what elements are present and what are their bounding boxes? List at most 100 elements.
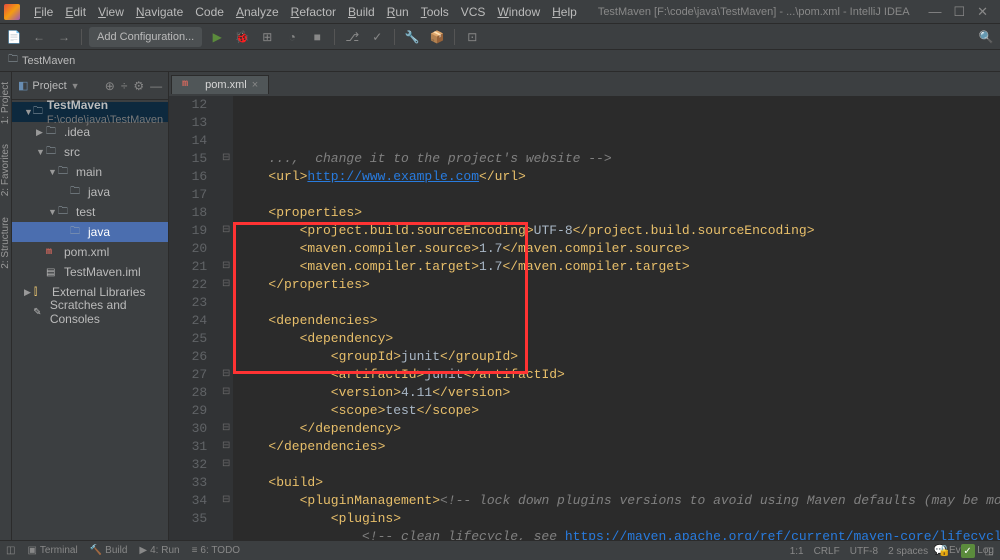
tab-pom-xml[interactable]: m pom.xml × [171,75,269,94]
gear-icon[interactable]: ⚙ [133,79,144,93]
build-tab[interactable]: 🔨 Build [90,545,128,556]
target-icon[interactable]: ⊕ [105,79,115,93]
arrow-icon[interactable]: ▼ [48,167,58,177]
code-line[interactable]: <maven.compiler.target>1.7</maven.compil… [237,258,1000,276]
menu-navigate[interactable]: Navigate [130,5,189,19]
code-line[interactable]: </dependencies> [237,438,1000,456]
menu-help[interactable]: Help [546,5,583,19]
chevron-down-icon[interactable]: ▼ [71,81,80,91]
arrow-icon[interactable]: ▼ [36,147,46,157]
tree-item[interactable]: ✎Scratches and Consoles [12,302,168,322]
back-icon[interactable]: ← [29,27,49,47]
git-icon[interactable]: ⎇ [342,27,362,47]
cursor-position[interactable]: 1:1 [790,546,804,557]
run-tab[interactable]: ▶ 4: Run [139,545,179,556]
code-line[interactable]: <version>4.11</version> [237,384,1000,402]
code-line[interactable]: <build> [237,474,1000,492]
project-tree[interactable]: ▼🗀TestMaven F:\code\java\TestMaven▶🗀.ide… [12,100,168,540]
tree-item[interactable]: ▼🗀main [12,162,168,182]
inspections-icon[interactable]: ✓ [961,544,975,558]
menu-items: FileEditViewNavigateCodeAnalyzeRefactorB… [28,5,583,19]
arrow-icon[interactable]: ▶ [36,127,46,138]
settings-icon[interactable]: ⊡ [462,27,482,47]
tree-label: .idea [64,125,90,139]
code-line[interactable]: <groupId>junit</groupId> [237,348,1000,366]
sdk-icon[interactable]: 📦 [427,27,447,47]
menu-analyze[interactable]: Analyze [230,5,285,19]
code-line[interactable]: <dependencies> [237,312,1000,330]
code-line[interactable]: </properties> [237,276,1000,294]
debug-icon[interactable]: 🐞 [232,27,252,47]
stop-icon[interactable]: ■ [307,27,327,47]
code-line[interactable]: <dependency> [237,330,1000,348]
code-line[interactable] [237,186,1000,204]
side-tab[interactable]: 1: Project [0,77,11,129]
line-separator[interactable]: CRLF [814,546,840,557]
code-line[interactable]: <artifactId>junit</artifactId> [237,366,1000,384]
menu-file[interactable]: File [28,5,59,19]
menu-window[interactable]: Window [491,5,546,19]
editor-content[interactable]: 1213141516171819202122232425262728293031… [169,96,1000,540]
close-tab-icon[interactable]: × [252,79,258,91]
code-line[interactable]: </dependency> [237,420,1000,438]
menu-refactor[interactable]: Refactor [285,5,342,19]
menu-edit[interactable]: Edit [59,5,92,19]
menu-code[interactable]: Code [189,5,230,19]
code-line[interactable] [237,294,1000,312]
menu-build[interactable]: Build [342,5,381,19]
minimize-icon[interactable]: — [928,4,941,20]
code-line[interactable]: <maven.compiler.source>1.7</maven.compil… [237,240,1000,258]
tree-item[interactable]: 🗀java [12,182,168,202]
code-line[interactable]: <scope>test</scope> [237,402,1000,420]
side-tab[interactable]: 2: Favorites [0,139,11,201]
indent-info[interactable]: 2 spaces [888,546,928,557]
arrow-icon[interactable]: ▼ [24,107,33,117]
tree-label: Scratches and Consoles [50,298,168,326]
code-line[interactable]: <!-- clean lifecycle, see https://maven.… [237,528,1000,540]
open-file-icon[interactable]: 📄 [4,27,24,47]
wrench-icon[interactable]: 🔧 [402,27,422,47]
menu-tools[interactable]: Tools [415,5,455,19]
close-icon[interactable]: ✕ [977,4,988,20]
fold-column[interactable]: ⊟⊟⊟⊟⊟⊟⊟⊟⊟⊟ [219,96,233,540]
terminal-tab[interactable]: ▣ Terminal [27,545,77,556]
forward-icon[interactable]: → [54,27,74,47]
tree-item[interactable]: ▼🗀src [12,142,168,162]
profile-icon[interactable]: ◔ [282,27,302,47]
maximize-icon[interactable]: ☐ [953,4,965,20]
tree-item[interactable]: ▼🗀TestMaven F:\code\java\TestMaven [12,102,168,122]
arrow-icon[interactable]: ▼ [48,207,58,217]
code-line[interactable] [237,456,1000,474]
side-tab[interactable]: 2: Structure [0,212,11,274]
code-line[interactable]: <project.build.sourceEncoding>UTF-8</pro… [237,222,1000,240]
hide-icon[interactable]: — [150,79,162,93]
coverage-icon[interactable]: ⊞ [257,27,277,47]
collapse-icon[interactable]: ÷ [121,79,128,93]
menu-view[interactable]: View [92,5,130,19]
lock-icon[interactable]: 🔓 [938,546,950,557]
code-line[interactable]: <pluginManagement><!-- lock down plugins… [237,492,1000,510]
code-line[interactable]: ..., change it to the project's website … [237,150,1000,168]
run-icon[interactable]: ▶ [207,27,227,47]
code-line[interactable]: <plugins> [237,510,1000,528]
search-icon[interactable]: 🔍 [976,27,996,47]
tree-item[interactable]: 🗀java [12,222,168,242]
arrow-icon[interactable]: ▶ [24,287,34,298]
file-encoding[interactable]: UTF-8 [850,546,878,557]
todo-tab[interactable]: ≡ 6: TODO [192,545,241,556]
tree-item[interactable]: ▼🗀test [12,202,168,222]
m-icon: m [46,247,60,258]
main-area: 1: Project2: Favorites2: Structure ◧ Pro… [0,72,1000,540]
separator [394,29,395,45]
tree-item[interactable]: mpom.xml [12,242,168,262]
memory-icon[interactable]: ◫ [985,546,994,557]
tree-item[interactable]: ▤TestMaven.iml [12,262,168,282]
run-config-button[interactable]: Add Configuration... [89,27,202,47]
update-icon[interactable]: ✓ [367,27,387,47]
code-area[interactable]: ..., change it to the project's website … [233,96,1000,540]
code-line[interactable]: <properties> [237,204,1000,222]
status-window-icon[interactable]: ◫ [6,545,15,556]
menu-run[interactable]: Run [381,5,415,19]
menu-vcs[interactable]: VCS [455,5,492,19]
code-line[interactable]: <url>http://www.example.com</url> [237,168,1000,186]
